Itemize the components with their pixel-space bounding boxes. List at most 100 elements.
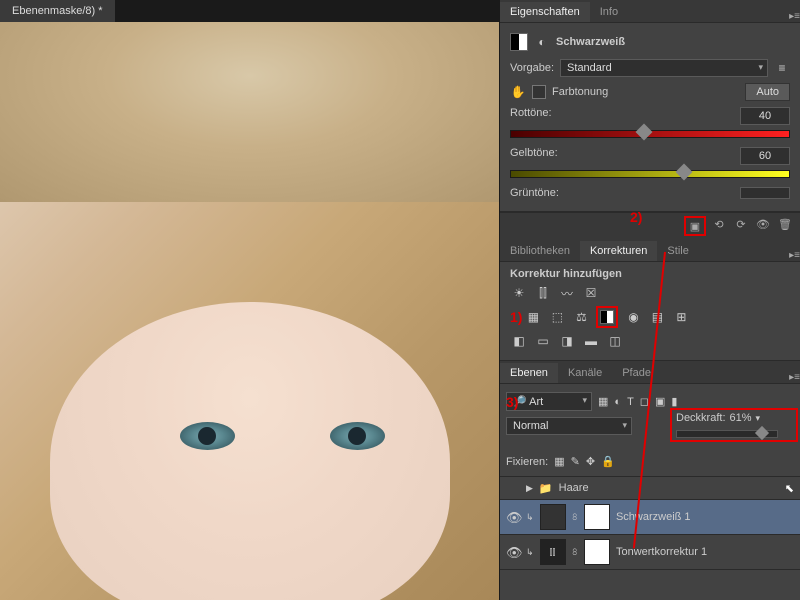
color-balance-icon[interactable]: ⚖	[572, 308, 590, 326]
visibility-icon[interactable]: 👁	[506, 510, 520, 524]
preset-dropdown[interactable]: Standard	[560, 59, 768, 77]
properties-tabbar: Eigenschaften Info ▸≡	[500, 0, 800, 23]
reds-slider-row: Rottöne: 40	[510, 107, 790, 141]
preset-label: Vorgabe:	[510, 62, 554, 74]
targeted-adjust-icon[interactable]: ✋	[510, 84, 526, 100]
lock-brush-icon[interactable]: ✎	[571, 455, 580, 468]
yellows-label: Gelbtöne:	[510, 147, 558, 165]
properties-panel: ◐ Schwarzweiß Vorgabe: Standard ≡ ✋ Farb…	[500, 23, 800, 212]
filter-pixel-icon[interactable]: ▦	[598, 395, 608, 408]
tab-properties[interactable]: Eigenschaften	[500, 2, 590, 22]
brightness-icon[interactable]: ☀	[510, 284, 528, 302]
yellows-value[interactable]: 60	[740, 147, 790, 165]
chevron-right-icon[interactable]: ▶	[526, 483, 533, 494]
vibrance-icon[interactable]: ▦	[524, 308, 542, 326]
posterize-icon[interactable]: ▭	[534, 332, 552, 350]
visibility-icon[interactable]	[506, 481, 520, 495]
adjustments-tabbar: Bibliotheken Korrekturen Stile ▸≡	[500, 239, 800, 262]
tab-layers[interactable]: Ebenen	[500, 363, 558, 383]
lock-position-icon[interactable]: ✥	[586, 455, 595, 468]
mask-icon[interactable]: ◐	[534, 34, 550, 50]
image-content	[330, 422, 385, 450]
greens-slider-row: Grüntöne:	[510, 187, 790, 199]
properties-footer: 2) ▣ ⟲ ⟳ 👁 🗑	[500, 212, 800, 239]
yellows-slider[interactable]	[510, 167, 790, 181]
chevron-down-icon[interactable]: ▾	[756, 413, 761, 424]
greens-value[interactable]	[740, 187, 790, 199]
greens-label: Grüntöne:	[510, 187, 559, 199]
clip-indicator-icon: ↳	[526, 512, 534, 523]
filter-smart-icon[interactable]: ▣	[655, 395, 665, 408]
link-icon[interactable]: 𝟾	[572, 547, 578, 558]
tab-channels[interactable]: Kanäle	[558, 363, 612, 383]
opacity-slider[interactable]	[676, 430, 778, 438]
reds-label: Rottöne:	[510, 107, 552, 125]
view-previous-icon[interactable]: ⟲	[710, 216, 728, 232]
image-content	[50, 302, 450, 600]
filter-type-icon[interactable]: T	[627, 396, 634, 408]
annotation-1: 1)	[510, 309, 522, 325]
tint-checkbox[interactable]	[532, 85, 546, 99]
levels-icon[interactable]: ⫿⫿	[534, 284, 552, 302]
tab-info[interactable]: Info	[590, 2, 628, 22]
document-tab[interactable]: Ebenenmaske/8) *	[0, 0, 115, 23]
visibility-icon[interactable]: 👁	[754, 216, 772, 232]
adjustment-thumb-icon	[510, 33, 528, 51]
invert-icon[interactable]: ◧	[510, 332, 528, 350]
lock-all-icon[interactable]: 🔒	[601, 455, 615, 468]
reds-value[interactable]: 40	[740, 107, 790, 125]
lock-pixels-icon[interactable]: ▦	[554, 455, 564, 468]
black-white-icon[interactable]	[596, 306, 618, 328]
panel-menu-icon[interactable]: ▸≡	[789, 250, 800, 261]
opacity-highlight: Deckkraft: 61% ▾	[670, 408, 798, 442]
adjustment-title: Schwarzweiß	[556, 36, 625, 48]
lock-label: Fixieren:	[506, 456, 548, 468]
folder-icon: 📁	[539, 482, 553, 495]
annotation-2: 2)	[630, 209, 642, 225]
clip-to-layer-icon[interactable]: ▣	[684, 216, 706, 236]
preset-menu-icon[interactable]: ≡	[774, 60, 790, 76]
layer-filter-dropdown[interactable]: 🔎 Art	[506, 392, 592, 411]
gradient-map-icon[interactable]: ▬	[582, 332, 600, 350]
adjustment-thumb-icon: ⫿⫿	[540, 539, 566, 565]
opacity-value[interactable]: 61%	[730, 412, 752, 424]
exposure-icon[interactable]: ☒	[582, 284, 600, 302]
hue-sat-icon[interactable]: ⬚	[548, 308, 566, 326]
layer-mask-thumb[interactable]	[584, 539, 610, 565]
filter-adjust-icon[interactable]: ◐	[614, 396, 621, 408]
layer-name[interactable]: Schwarzweiß 1	[616, 511, 691, 523]
trash-icon[interactable]: 🗑	[776, 216, 794, 232]
layer-tonwertkorrektur[interactable]: 👁 ↳ ⫿⫿ 𝟾 Tonwertkorrektur 1	[500, 535, 800, 570]
reds-slider[interactable]	[510, 127, 790, 141]
photo-filter-icon[interactable]: ◉	[624, 308, 642, 326]
clip-indicator-icon: ↳	[526, 547, 534, 558]
image-content	[180, 422, 235, 450]
visibility-icon[interactable]: 👁	[506, 545, 520, 559]
add-adjustment-label: Korrektur hinzufügen	[510, 268, 790, 280]
blend-mode-dropdown[interactable]: Normal	[506, 417, 632, 435]
layer-name[interactable]: Tonwertkorrektur 1	[616, 546, 707, 558]
layer-list: ▶ 📁 Haare ⬉ 👁 ↳ 𝟾 Schwarzweiß 1 👁 ↳ ⫿⫿ 𝟾…	[500, 477, 800, 570]
curves-icon[interactable]: 〰	[558, 284, 576, 302]
opacity-label: Deckkraft:	[676, 412, 726, 424]
threshold-icon[interactable]: ◨	[558, 332, 576, 350]
layer-mask-thumb[interactable]	[584, 504, 610, 530]
layer-group-haare[interactable]: ▶ 📁 Haare ⬉	[500, 477, 800, 500]
layer-name[interactable]: Haare	[559, 482, 589, 494]
selective-color-icon[interactable]: ◫	[606, 332, 624, 350]
adjustment-thumb-icon	[540, 504, 566, 530]
tab-adjustments[interactable]: Korrekturen	[580, 241, 657, 261]
yellows-slider-row: Gelbtöne: 60	[510, 147, 790, 181]
layer-schwarzweiss[interactable]: 👁 ↳ 𝟾 Schwarzweiß 1	[500, 500, 800, 535]
canvas-area[interactable]	[0, 22, 500, 600]
color-lookup-icon[interactable]: ⊞	[672, 308, 690, 326]
link-icon[interactable]: 𝟾	[572, 512, 578, 523]
auto-button[interactable]: Auto	[745, 83, 790, 101]
filter-toggle-icon[interactable]: ▮	[671, 395, 677, 408]
reset-icon[interactable]: ⟳	[732, 216, 750, 232]
panel-menu-icon[interactable]: ▸≡	[789, 372, 800, 383]
panel-menu-icon[interactable]: ▸≡	[789, 11, 800, 22]
tab-libraries[interactable]: Bibliotheken	[500, 241, 580, 261]
adjustments-panel: Korrektur hinzufügen ☀ ⫿⫿ 〰 ☒ 1) ▦ ⬚ ⚖ ◉…	[500, 262, 800, 361]
side-panels: Eigenschaften Info ▸≡ ◐ Schwarzweiß Vorg…	[499, 0, 800, 600]
